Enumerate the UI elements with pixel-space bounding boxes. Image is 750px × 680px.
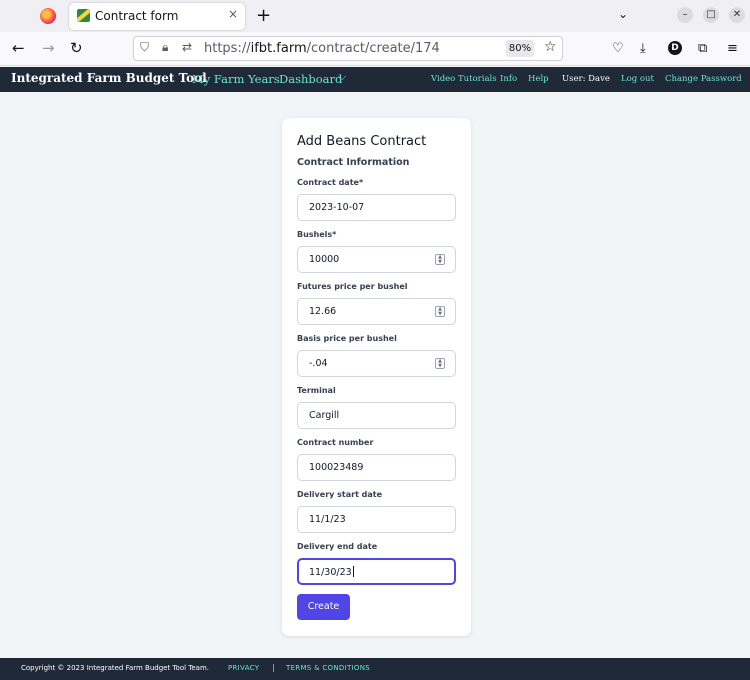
bushels-label: Bushels* [297, 230, 337, 239]
terms-link[interactable]: TERMS & CONDITIONS [286, 664, 370, 672]
menu-icon[interactable]: ≡ [727, 41, 738, 56]
permissions-icon[interactable]: ⇄ [182, 40, 192, 54]
contract-date-label: Contract date* [297, 178, 364, 187]
tab-contract-form[interactable]: Contract form × [69, 3, 245, 30]
nav-my-farm-years[interactable]: My Farm Years [192, 72, 280, 86]
logout-link[interactable]: Log out [621, 74, 654, 84]
site-favicon-icon [77, 9, 90, 22]
account-avatar-icon[interactable]: D [668, 41, 682, 55]
tab-close-icon[interactable]: × [228, 7, 238, 21]
brand-title[interactable]: Integrated Farm Budget Tool [11, 71, 207, 85]
nav-help[interactable]: Help [528, 74, 549, 84]
contract-date-input[interactable]: 2023-10-07 [297, 194, 456, 221]
number-stepper-icon[interactable]: ▲ ▼ [435, 254, 445, 265]
forward-icon[interactable]: → [42, 39, 55, 57]
contract-number-label: Contract number [297, 438, 374, 447]
delivery-end-label: Delivery end date [297, 542, 378, 551]
delivery-start-input[interactable]: 11/1/23 [297, 506, 456, 533]
app-header: Integrated Farm Budget Tool My Farm Year… [0, 67, 750, 92]
delivery-start-label: Delivery start date [297, 490, 383, 499]
nav-info[interactable]: Info [500, 74, 517, 84]
lock-icon[interactable]: 🔒︎ [162, 40, 168, 55]
firefox-icon[interactable] [40, 8, 56, 24]
tracking-shield-icon[interactable]: ⛉ [140, 40, 149, 55]
text-cursor [352, 566, 354, 577]
terminal-input[interactable]: Cargill [297, 402, 456, 429]
back-icon[interactable]: ← [12, 39, 25, 57]
pocket-icon[interactable]: ♡ [612, 41, 624, 56]
list-all-tabs-icon[interactable]: ⌄ [618, 7, 628, 21]
nav-dashboard[interactable]: Dashboard [279, 72, 342, 86]
zoom-level-badge[interactable]: 80% [506, 40, 534, 57]
number-stepper-icon[interactable]: ▲ ▼ [435, 358, 445, 369]
tab-title: Contract form [95, 9, 179, 23]
bushels-input[interactable]: 10000 ▲ ▼ [297, 246, 456, 273]
futures-price-input[interactable]: 12.66 ▲ ▼ [297, 298, 456, 325]
delivery-end-input[interactable]: 11/30/23 [297, 558, 456, 585]
change-password-link[interactable]: Change Password [665, 74, 742, 84]
maximize-window-icon[interactable]: □ [703, 7, 719, 23]
chevron-down-icon[interactable]: ⌵ [338, 70, 346, 84]
contract-form-card: Add Beans Contract Contract Information … [282, 118, 471, 636]
basis-price-label: Basis price per bushel [297, 334, 397, 343]
page-footer: Copyright © 2023 Integrated Farm Budget … [0, 658, 750, 680]
privacy-link[interactable]: PRIVACY [228, 664, 259, 672]
reload-icon[interactable]: ↻ [70, 39, 83, 57]
close-window-icon[interactable]: ✕ [729, 7, 745, 23]
browser-tab-bar: Contract form × + ⌄ – □ ✕ [0, 0, 750, 32]
terminal-label: Terminal [297, 386, 336, 395]
url-bar[interactable]: ⛉ 🔒︎ ⇄ https://ifbt.farm/contract/create… [133, 36, 563, 61]
downloads-icon[interactable]: ⤓ [640, 41, 646, 56]
futures-price-label: Futures price per bushel [297, 282, 408, 291]
form-title: Add Beans Contract [297, 134, 427, 149]
new-tab-button[interactable]: + [256, 5, 271, 26]
create-button[interactable]: Create [297, 594, 350, 620]
minimize-window-icon[interactable]: – [677, 7, 693, 23]
current-user-label: User: Dave [562, 74, 610, 84]
copyright-text: Copyright © 2023 Integrated Farm Budget … [21, 664, 209, 672]
url-text[interactable]: https://ifbt.farm/contract/create/174 [204, 41, 440, 56]
browser-toolbar: ← → ↻ ⛉ 🔒︎ ⇄ https://ifbt.farm/contract/… [0, 32, 750, 66]
basis-price-input[interactable]: -.04 ▲ ▼ [297, 350, 456, 377]
nav-video-tutorials[interactable]: Video Tutorials [431, 74, 497, 84]
bookmark-star-icon[interactable]: ☆ [544, 39, 557, 55]
footer-separator: | [272, 663, 275, 672]
number-stepper-icon[interactable]: ▲ ▼ [435, 306, 445, 317]
contract-number-input[interactable]: 100023489 [297, 454, 456, 481]
section-title: Contract Information [297, 157, 410, 168]
extensions-icon[interactable]: ⧉ [698, 41, 707, 56]
